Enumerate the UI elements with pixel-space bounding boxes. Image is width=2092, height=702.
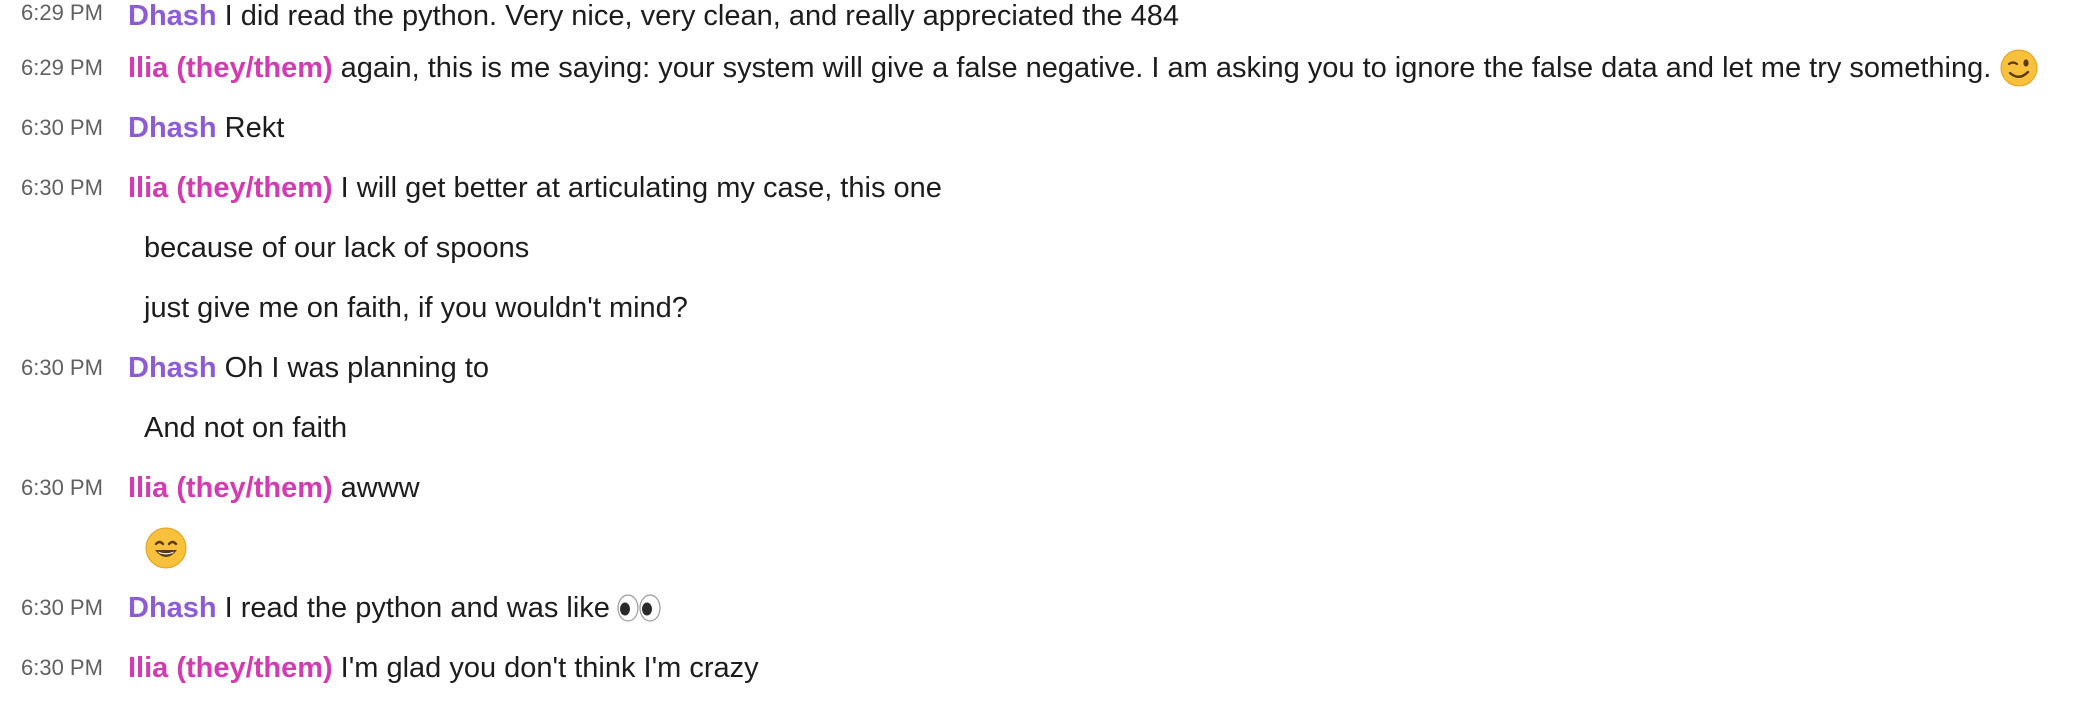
message-text: awww bbox=[340, 471, 420, 504]
message-row: 6:30 PM Dhash I read the python and was … bbox=[0, 578, 2092, 638]
message-timestamp[interactable]: 6:29 PM bbox=[0, 0, 128, 26]
wink-emoji-icon bbox=[1999, 48, 2039, 88]
message-continuation: just give me on faith, if you wouldn't m… bbox=[0, 278, 2092, 338]
message-timestamp[interactable]: 6:30 PM bbox=[0, 655, 128, 681]
message-timestamp[interactable]: 6:30 PM bbox=[0, 175, 128, 201]
message-text: I'm glad you don't think I'm crazy bbox=[340, 651, 759, 684]
message-timestamp[interactable]: 6:30 PM bbox=[0, 115, 128, 141]
message-text: I will get better at articulating my cas… bbox=[340, 171, 942, 204]
message-row: 6:30 PM Dhash Oh I was planning to bbox=[0, 338, 2092, 398]
message-text: again, this is me saying: your system wi… bbox=[340, 51, 1992, 84]
author-name-ilia[interactable]: Ilia (they/them) bbox=[128, 472, 333, 505]
message-continuation bbox=[0, 518, 2092, 578]
message-text: just give me on faith, if you wouldn't m… bbox=[144, 291, 688, 324]
message-text: And not on faith bbox=[144, 411, 348, 444]
message-timestamp[interactable]: 6:29 PM bbox=[0, 55, 128, 81]
message-text: Rekt bbox=[224, 111, 285, 144]
message-row: 6:30 PM Ilia (they/them) I'm glad you do… bbox=[0, 638, 2092, 698]
message-timestamp[interactable]: 6:30 PM bbox=[0, 475, 128, 501]
message-row: 6:29 PM Dhash I did read the python. Ver… bbox=[0, 0, 2092, 38]
chat-transcript: 6:29 PM Dhash I did read the python. Ver… bbox=[0, 0, 2092, 698]
author-name-ilia[interactable]: Ilia (they/them) bbox=[128, 652, 333, 685]
message-continuation: And not on faith bbox=[0, 398, 2092, 458]
author-name-dhash[interactable]: Dhash bbox=[128, 0, 217, 33]
message-timestamp[interactable]: 6:30 PM bbox=[0, 355, 128, 381]
message-row: 6:30 PM Dhash Rekt bbox=[0, 98, 2092, 158]
author-name-ilia[interactable]: Ilia (they/them) bbox=[128, 52, 333, 85]
message-row: 6:30 PM Ilia (they/them) I will get bett… bbox=[0, 158, 2092, 218]
message-timestamp[interactable]: 6:30 PM bbox=[0, 595, 128, 621]
message-text: because of our lack of spoons bbox=[144, 231, 530, 264]
author-name-dhash[interactable]: Dhash bbox=[128, 112, 217, 145]
author-name-ilia[interactable]: Ilia (they/them) bbox=[128, 172, 333, 205]
message-text: I read the python and was like bbox=[224, 591, 610, 624]
message-continuation: because of our lack of spoons bbox=[0, 218, 2092, 278]
message-text: Oh I was planning to bbox=[224, 351, 490, 384]
smile-emoji-icon bbox=[144, 526, 188, 570]
message-row: 6:30 PM Ilia (they/them) awww bbox=[0, 458, 2092, 518]
message-text: I did read the python. Very nice, very c… bbox=[224, 0, 1180, 32]
eyes-emoji-icon bbox=[616, 593, 662, 623]
message-row: 6:29 PM Ilia (they/them) again, this is … bbox=[0, 38, 2092, 98]
author-name-dhash[interactable]: Dhash bbox=[128, 352, 217, 385]
author-name-dhash[interactable]: Dhash bbox=[128, 592, 217, 625]
